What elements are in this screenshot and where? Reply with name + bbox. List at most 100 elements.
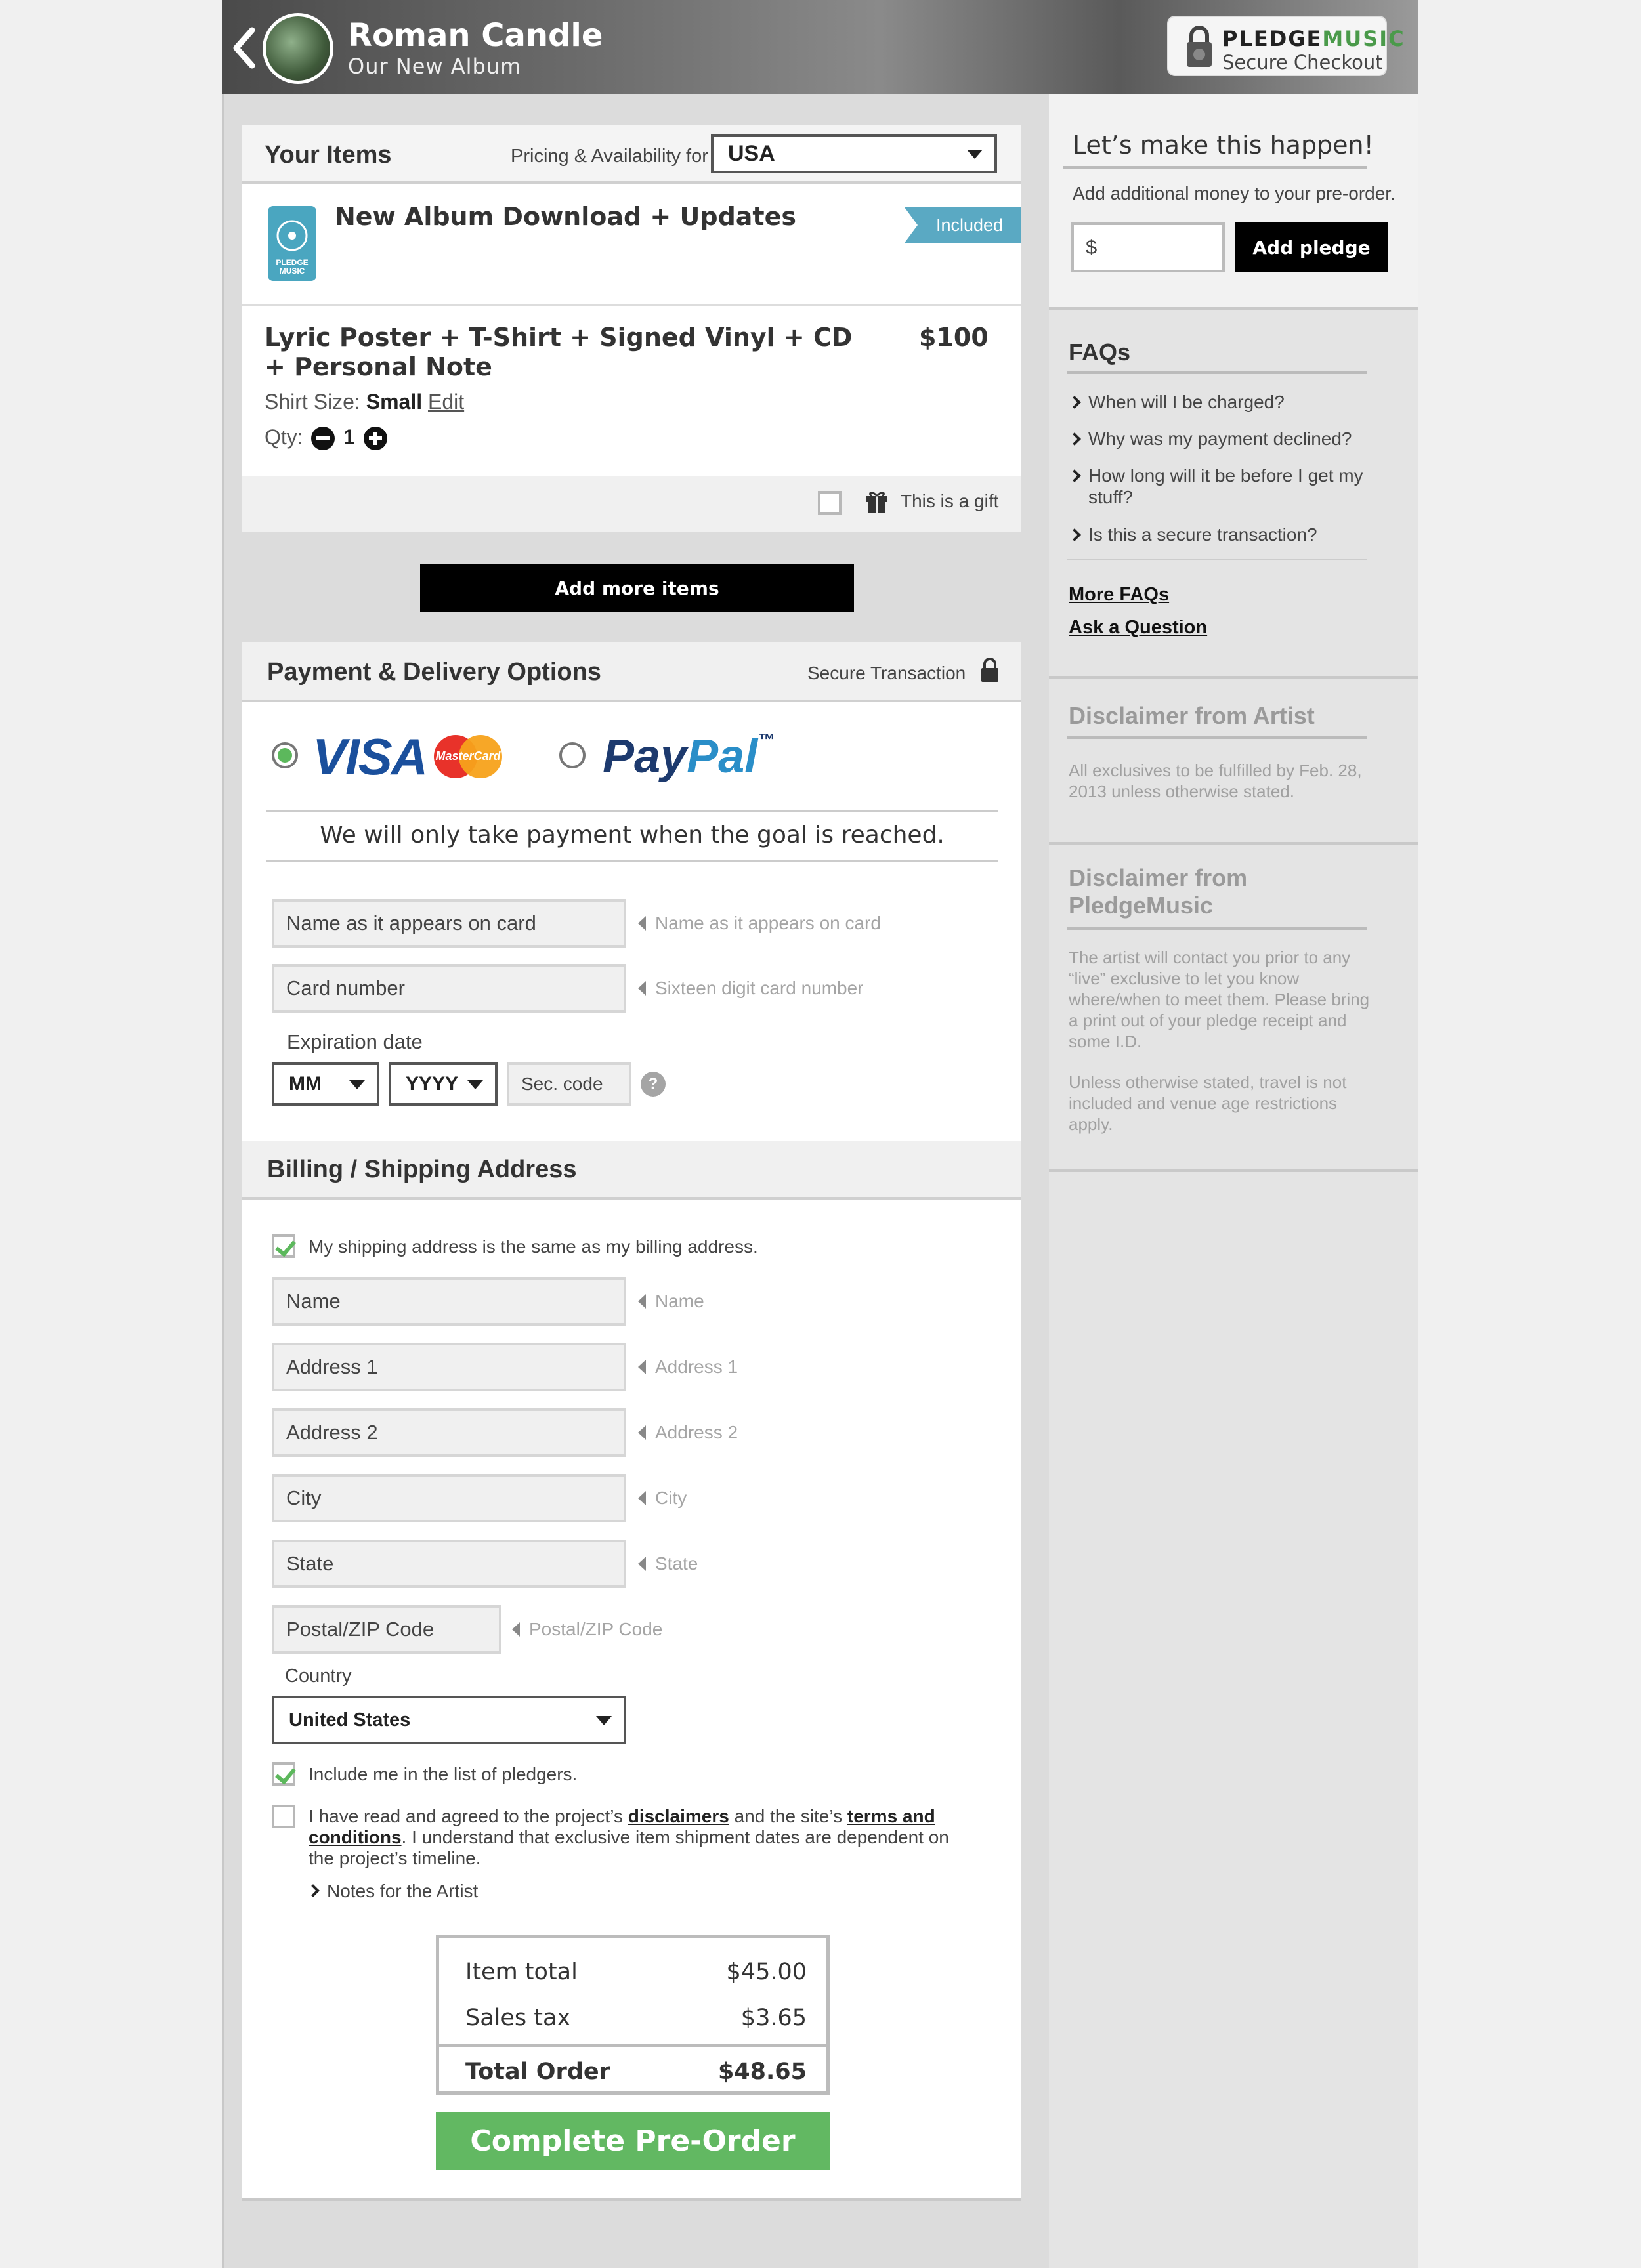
- card-name-input[interactable]: Name as it appears on card: [272, 899, 626, 948]
- item-name: New Album Download + Updates: [335, 202, 796, 231]
- pm-disclaimer-text: The artist will contact you prior to any…: [1069, 948, 1370, 1051]
- qty-minus-icon[interactable]: [311, 427, 335, 450]
- card-name-hint: Name as it appears on card: [638, 910, 881, 937]
- expiration-label: Expiration date: [287, 1030, 423, 1053]
- card-radio[interactable]: [272, 742, 298, 768]
- back-chevron-icon[interactable]: [231, 25, 257, 71]
- artist-avatar: [263, 13, 333, 84]
- faqs-section: FAQs When will I be charged? Why was my …: [1049, 307, 1418, 679]
- faq-item[interactable]: When will I be charged?: [1068, 391, 1378, 413]
- chevron-down-icon: [467, 1080, 483, 1089]
- shirt-size: Shirt Size: Small Edit: [265, 390, 465, 413]
- faq-item[interactable]: Why was my payment declined?: [1068, 428, 1378, 450]
- paypal-logo: PayPal™: [603, 730, 775, 783]
- address2-hint: Address 2: [638, 1419, 738, 1446]
- items-title: Your Items: [265, 141, 392, 169]
- artist-name: Roman Candle: [348, 17, 603, 54]
- address2-input[interactable]: Address 2: [272, 1408, 626, 1457]
- artist-disclaimer-section: Disclaimer from Artist All exclusives to…: [1049, 676, 1418, 845]
- mastercard-logo: MasterCard: [432, 734, 504, 780]
- terms-checkbox[interactable]: [272, 1805, 295, 1828]
- pledgers-checkbox[interactable]: [272, 1762, 295, 1786]
- divider: [266, 860, 998, 862]
- pledgemusic-download-icon: PLEDGE MUSIC: [268, 206, 316, 281]
- gift-checkbox[interactable]: [818, 491, 842, 514]
- pricing-country-select[interactable]: USA: [711, 134, 997, 173]
- order-summary-box: Item total $45.00 Sales tax $3.65 Total Or…: [436, 1935, 830, 2095]
- item-total-row: Item total $45.00: [465, 1959, 807, 1985]
- included-tag: Included: [905, 207, 1021, 243]
- city-input[interactable]: City: [272, 1474, 626, 1522]
- zip-input[interactable]: Postal/ZIP Code: [272, 1605, 501, 1654]
- exp-month-select[interactable]: MM: [272, 1062, 379, 1106]
- pledge-amount-input[interactable]: $: [1071, 222, 1225, 272]
- chevron-down-icon: [349, 1080, 365, 1089]
- svg-text:MUSIC: MUSIC: [280, 266, 305, 276]
- divider: [439, 2044, 826, 2047]
- qty-label: Qty:: [265, 425, 303, 449]
- chevron-down-icon: [596, 1716, 612, 1725]
- disclaimers-link[interactable]: disclaimers: [628, 1806, 729, 1826]
- country-label: Country: [285, 1666, 352, 1687]
- terms-text: I have read and agreed to the project’s …: [309, 1806, 949, 1868]
- billing-title: Billing / Shipping Address: [267, 1156, 577, 1183]
- pledge-subtitle: Add additional money to your pre-order.: [1073, 183, 1396, 203]
- pm-disclaimer-title: Disclaimer from PledgeMusic: [1069, 864, 1248, 919]
- payment-title: Payment & Delivery Options: [267, 658, 601, 686]
- qty-plus-icon[interactable]: [364, 427, 387, 450]
- padlock-icon: [1185, 25, 1213, 68]
- billing-name-input[interactable]: Name: [272, 1277, 626, 1326]
- same-address-checkbox[interactable]: [272, 1234, 295, 1258]
- billing-name-hint: Name: [638, 1288, 704, 1315]
- card-number-input[interactable]: Card number: [272, 964, 626, 1013]
- add-pledge-button[interactable]: Add pledge: [1235, 222, 1388, 272]
- more-faqs-link[interactable]: More FAQs: [1069, 584, 1169, 606]
- help-icon[interactable]: ?: [641, 1072, 666, 1097]
- ask-question-link[interactable]: Ask a Question: [1069, 617, 1207, 639]
- pledgers-label: Include me in the list of pledgers.: [309, 1764, 578, 1784]
- notes-toggle[interactable]: Notes for the Artist: [307, 1881, 478, 1902]
- pricing-label: Pricing & Availability for: [511, 146, 708, 167]
- secure-transaction-label: Secure Transaction: [807, 663, 966, 683]
- chevron-right-icon: [307, 1884, 320, 1897]
- pm-disclaimer-section: Disclaimer from PledgeMusic The artist w…: [1049, 842, 1418, 1172]
- sidebar: Let’s make this happen! Add additional m…: [1049, 94, 1418, 2268]
- visa-logo: VISA: [312, 728, 428, 786]
- padlock-icon: [981, 658, 999, 682]
- same-address-label: My shipping address is the same as my bi…: [309, 1236, 758, 1257]
- artist-disclaimer-text: All exclusives to be fulfilled by Feb. 2…: [1069, 761, 1362, 801]
- faq-item[interactable]: Is this a secure transaction?: [1068, 524, 1378, 545]
- item-price: $100: [919, 323, 989, 352]
- add-more-items-button[interactable]: Add more items: [420, 564, 854, 612]
- zip-hint: Postal/ZIP Code: [512, 1616, 662, 1643]
- state-hint: State: [638, 1550, 698, 1578]
- card-number-hint: Sixteen digit card number: [638, 975, 864, 1002]
- complete-preorder-button[interactable]: Complete Pre-Order: [436, 2112, 830, 2170]
- qty-value: 1: [343, 425, 355, 449]
- address1-input[interactable]: Address 1: [272, 1343, 626, 1391]
- sales-tax-row: Sales tax $3.65: [465, 2005, 807, 2031]
- country-select[interactable]: United States: [272, 1696, 626, 1744]
- faqs-title: FAQs: [1069, 339, 1131, 366]
- brand-music: MUSIC: [1322, 26, 1405, 51]
- goal-note: We will only take payment when the goal …: [320, 822, 945, 849]
- album-title: Our New Album: [348, 54, 522, 79]
- city-hint: City: [638, 1484, 687, 1512]
- divider: [266, 810, 998, 812]
- pledge-section: Let’s make this happen! Add additional m…: [1049, 94, 1418, 310]
- artist-disclaimer-title: Disclaimer from Artist: [1069, 702, 1315, 729]
- gift-icon: [865, 488, 889, 513]
- svg-text:PLEDGE: PLEDGE: [276, 258, 308, 267]
- chevron-down-icon: [967, 150, 983, 159]
- item-divider: [242, 304, 1021, 306]
- pm-disclaimer-text: Unless otherwise stated, travel is not i…: [1069, 1072, 1347, 1134]
- secure-checkout-badge: PLEDGEMUSIC Secure Checkout: [1167, 16, 1404, 76]
- faq-item[interactable]: How long will it be before I get my stuf…: [1068, 465, 1378, 508]
- edit-shirt-link[interactable]: Edit: [428, 390, 464, 413]
- exp-year-select[interactable]: YYYY: [389, 1062, 498, 1106]
- state-input[interactable]: State: [272, 1540, 626, 1588]
- paypal-radio[interactable]: [559, 742, 586, 768]
- security-code-input[interactable]: Sec. code: [507, 1062, 631, 1106]
- brand-subtitle: Secure Checkout: [1222, 51, 1383, 74]
- total-order-row: Total Order $48.65: [465, 2059, 807, 2085]
